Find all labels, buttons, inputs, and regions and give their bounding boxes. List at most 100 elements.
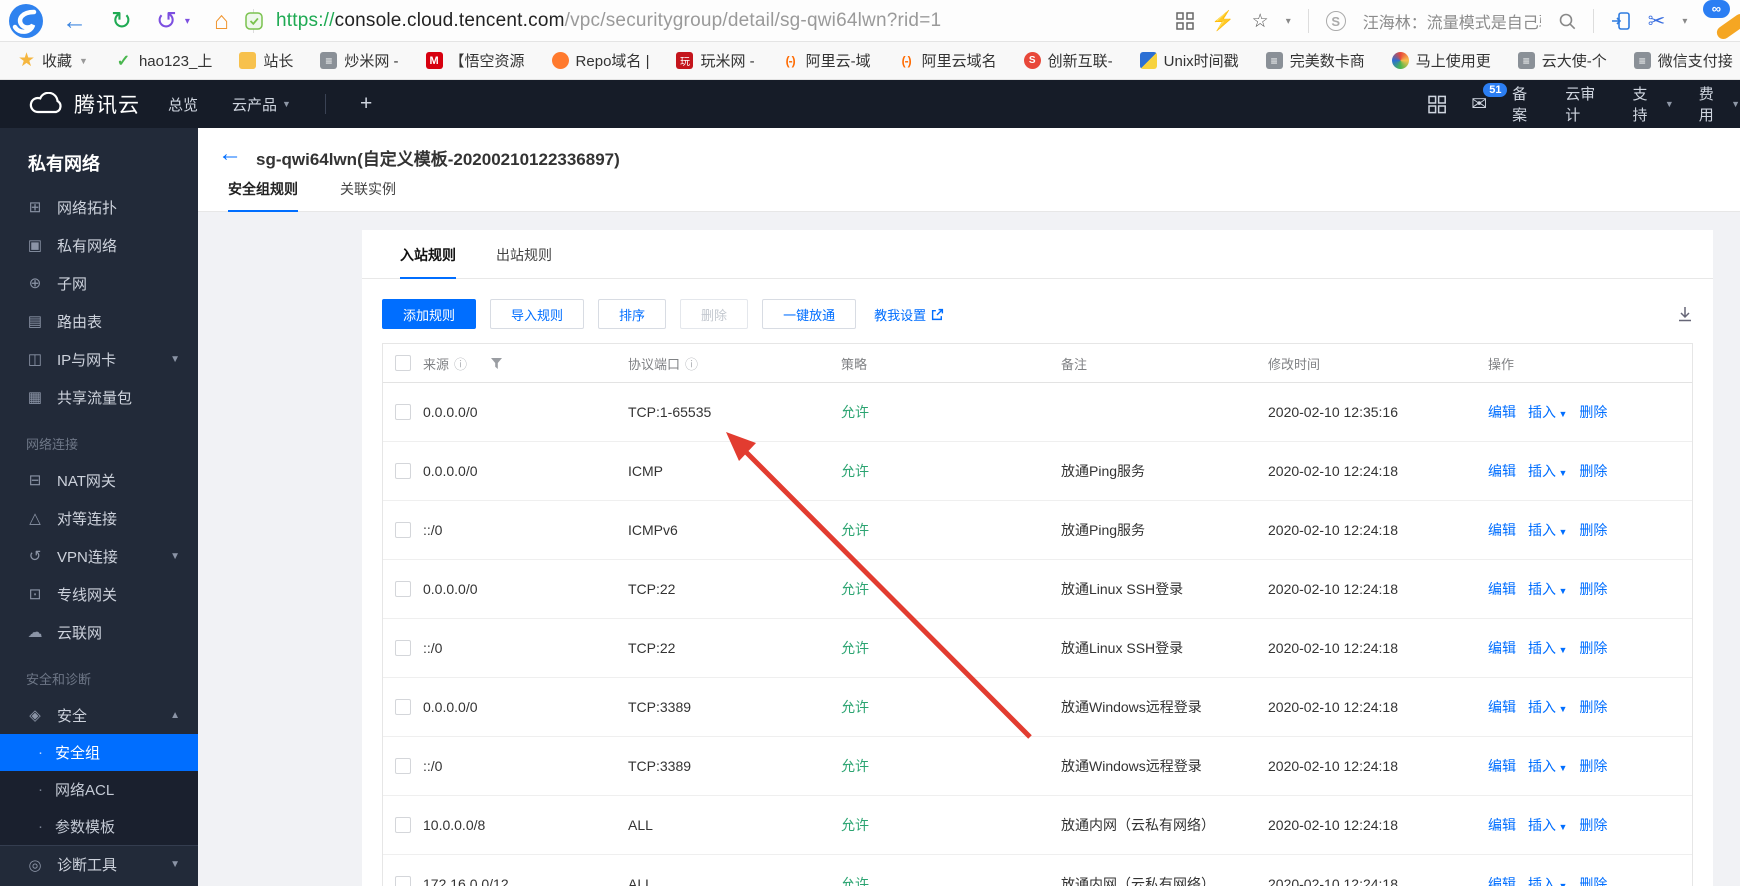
删除-button[interactable]: 删除 — [680, 299, 749, 329]
sidebar-item-参数模板[interactable]: · 参数模板 — [0, 808, 198, 845]
undo-dropdown-icon[interactable]: ▾ — [185, 16, 190, 27]
sidebar-item-对等连接[interactable]: △ 对等连接 — [0, 499, 198, 537]
删除-link[interactable]: 删除 — [1579, 756, 1607, 776]
sidebar-item-NAT网关[interactable]: ⊟ NAT网关 — [0, 461, 198, 499]
row-checkbox[interactable] — [395, 463, 411, 479]
添加规则-button[interactable]: 添加规则 — [382, 299, 477, 329]
插入-link[interactable]: 插入 ▼ — [1528, 815, 1567, 835]
screenshot-scissors-icon[interactable]: ✂ — [1648, 9, 1666, 34]
bookmark-item[interactable]: 马上使用更 — [1391, 50, 1491, 71]
search-icon[interactable] — [1558, 12, 1576, 30]
bookmark-item[interactable]: Unix时间戳 — [1139, 50, 1239, 71]
编辑-link[interactable]: 编辑 — [1488, 874, 1516, 886]
编辑-link[interactable]: 编辑 — [1488, 579, 1516, 599]
插入-link[interactable]: 插入 ▼ — [1528, 756, 1567, 776]
tencent-cloud-brand[interactable]: 腾讯云 — [28, 80, 140, 128]
sidebar-item-网络ACL[interactable]: · 网络ACL — [0, 771, 198, 808]
row-checkbox[interactable] — [395, 699, 411, 715]
bookmark-item[interactable]: ≡ 微信支付接 — [1633, 50, 1733, 71]
topnav-item-云产品[interactable]: 云产品 ▼ — [232, 94, 291, 115]
插入-link[interactable]: 插入 ▼ — [1528, 579, 1567, 599]
sidebar-item-共享流量包[interactable]: ▦ 共享流量包 — [0, 378, 198, 416]
messages-button[interactable]: ✉ 51 — [1471, 82, 1508, 116]
编辑-link[interactable]: 编辑 — [1488, 756, 1516, 776]
row-checkbox[interactable] — [395, 404, 411, 420]
browser-logo-icon[interactable] — [8, 3, 44, 39]
一键放通-button[interactable]: 一键放通 — [762, 299, 857, 329]
bookmark-item[interactable]: (-) 阿里云域名 — [898, 50, 997, 71]
sidebar-item-私有网络[interactable]: ▣ 私有网络 — [0, 226, 198, 264]
row-checkbox[interactable] — [395, 581, 411, 597]
删除-link[interactable]: 删除 — [1579, 697, 1607, 717]
bookmark-item[interactable]: ≡ 炒米网 - — [320, 50, 399, 71]
topnav-item-费用[interactable]: 费用 ▼ — [1699, 83, 1740, 125]
address-bar[interactable]: https://console.cloud.tencent.com/vpc/se… — [244, 0, 941, 42]
console-grid-icon[interactable] — [1428, 95, 1446, 114]
sidebar-item-网络拓扑[interactable]: ⊞ 网络拓扑 — [0, 188, 198, 226]
row-checkbox[interactable] — [395, 817, 411, 833]
删除-link[interactable]: 删除 — [1579, 874, 1607, 886]
编辑-link[interactable]: 编辑 — [1488, 638, 1516, 658]
favorite-star-icon[interactable]: ☆ — [1252, 10, 1269, 33]
bookmark-item[interactable]: ≡ 完美数卡商 — [1265, 50, 1365, 71]
删除-link[interactable]: 删除 — [1579, 579, 1607, 599]
back-button[interactable]: ← — [218, 140, 242, 168]
导入规则-button[interactable]: 导入规则 — [490, 299, 585, 329]
row-checkbox[interactable] — [395, 876, 411, 886]
tab-安全组规则[interactable]: 安全组规则 — [228, 179, 298, 212]
info-icon[interactable]: ⓘ — [454, 354, 467, 373]
插入-link[interactable]: 插入 ▼ — [1528, 874, 1567, 886]
bookmark-item[interactable]: ≡ 云大使-个 — [1517, 50, 1607, 71]
filter-funnel-icon[interactable] — [491, 357, 503, 369]
search-suggestion-text[interactable]: 汪海林：流量模式是自己骗自 — [1363, 9, 1541, 33]
row-checkbox[interactable] — [395, 640, 411, 656]
filter-icon[interactable] — [491, 357, 503, 369]
bookmark-item[interactable]: Repo域名 | — [551, 50, 649, 71]
tab-入站规则[interactable]: 入站规则 — [400, 230, 456, 279]
编辑-link[interactable]: 编辑 — [1488, 402, 1516, 422]
sidebar-item-专线网关[interactable]: ⊡ 专线网关 — [0, 575, 198, 613]
bookmark-item[interactable]: S 创新互联- — [1023, 50, 1113, 71]
add-console-tab-button[interactable]: + — [360, 92, 372, 116]
sidebar-item-IP与网卡[interactable]: ◫ IP与网卡 ▼ — [0, 340, 198, 378]
编辑-link[interactable]: 编辑 — [1488, 697, 1516, 717]
undo-icon[interactable]: ↺ — [156, 8, 177, 34]
sidebar-item-子网[interactable]: ⊕ 子网 — [0, 264, 198, 302]
删除-link[interactable]: 删除 — [1579, 815, 1607, 835]
select-all-checkbox[interactable] — [395, 355, 411, 371]
info-icon[interactable]: ⓘ — [685, 354, 698, 373]
send-to-phone-icon[interactable] — [1611, 11, 1631, 31]
topnav-item-支持[interactable]: 支持 ▼ — [1633, 83, 1674, 125]
编辑-link[interactable]: 编辑 — [1488, 520, 1516, 540]
bookmark-item[interactable]: ★ 收藏 ▼ — [18, 50, 88, 71]
download-icon[interactable] — [1677, 306, 1693, 327]
bookmark-item[interactable]: 玩玩米网 - — [676, 50, 755, 71]
sidebar-item-VPN连接[interactable]: ↺ VPN连接 ▼ — [0, 537, 198, 575]
编辑-link[interactable]: 编辑 — [1488, 815, 1516, 835]
help-link[interactable]: 教我设置 — [874, 305, 944, 324]
toolbar-dropdown-icon[interactable]: ▾ — [1682, 16, 1687, 27]
tab-关联实例[interactable]: 关联实例 — [340, 179, 396, 212]
topnav-item-备案[interactable]: 备案 — [1512, 83, 1540, 125]
bookmark-item[interactable]: M 【悟空资源 — [425, 50, 525, 71]
bookmark-item[interactable]: 站长 — [239, 50, 293, 71]
sidebar-item-路由表[interactable]: ▤ 路由表 — [0, 302, 198, 340]
插入-link[interactable]: 插入 ▼ — [1528, 402, 1567, 422]
apps-grid-icon[interactable] — [1176, 12, 1194, 30]
topnav-item-云审计[interactable]: 云审计 — [1565, 83, 1607, 125]
排序-button[interactable]: 排序 — [598, 299, 667, 329]
sidebar-item-云联网[interactable]: ☁ 云联网 — [0, 613, 198, 651]
插入-link[interactable]: 插入 ▼ — [1528, 461, 1567, 481]
topnav-item-总览[interactable]: 总览 — [168, 94, 198, 115]
删除-link[interactable]: 删除 — [1579, 461, 1607, 481]
row-checkbox[interactable] — [395, 758, 411, 774]
插入-link[interactable]: 插入 ▼ — [1528, 638, 1567, 658]
sidebar-item-安全组[interactable]: · 安全组 — [0, 734, 198, 771]
bookmark-item[interactable]: (-) 阿里云-域 — [782, 50, 871, 71]
删除-link[interactable]: 删除 — [1579, 638, 1607, 658]
row-checkbox[interactable] — [395, 522, 411, 538]
home-icon[interactable]: ⌂ — [214, 8, 229, 34]
插入-link[interactable]: 插入 ▼ — [1528, 697, 1567, 717]
sidebar-item-安全[interactable]: ◈ 安全 ▲ — [0, 696, 198, 734]
tab-出站规则[interactable]: 出站规则 — [496, 230, 552, 278]
